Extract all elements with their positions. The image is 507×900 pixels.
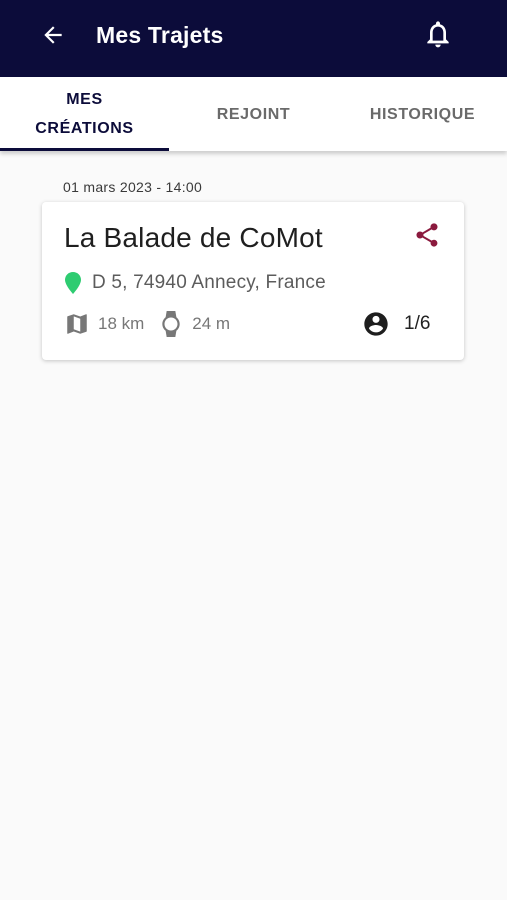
share-button[interactable]: [412, 220, 442, 250]
page-title: Mes Trajets: [96, 22, 224, 48]
tab-rejoint[interactable]: REJOINT: [169, 77, 338, 151]
map-pin-icon: [65, 272, 81, 294]
trip-title: La Balade de CoMot: [64, 222, 323, 253]
trip-location: D 5, 74940 Annecy, France: [92, 272, 326, 293]
trip-date: 01 mars 2023 - 14:00: [63, 179, 203, 195]
tab-label-line1: MES: [66, 91, 103, 108]
tab-historique[interactable]: HISTORIQUE: [338, 77, 507, 151]
trip-duration: 24 m: [192, 314, 231, 333]
back-button[interactable]: [36, 18, 70, 52]
trip-participants: 1/6: [404, 313, 431, 334]
participants-stat: 1/6: [362, 310, 430, 338]
map-icon: [67, 314, 87, 334]
tab-label: HISTORIQUE: [369, 105, 476, 123]
bell-icon: [427, 21, 449, 48]
location-row: D 5, 74940 Annecy, France: [64, 270, 326, 296]
share-icon: [416, 223, 438, 247]
trip-card[interactable]: La Balade de CoMot D 5, 74940 Annecy, Fr…: [42, 202, 464, 360]
tab-bar: MES CRÉATIONS REJOINT HISTORIQUE: [0, 77, 507, 151]
duration-stat: 24 m: [158, 310, 230, 338]
account-circle-icon: [364, 312, 388, 336]
distance-stat: 18 km: [64, 311, 144, 337]
tab-mes-creations[interactable]: MES CRÉATIONS: [0, 77, 169, 151]
tab-label: REJOINT: [216, 105, 291, 123]
arrow-left-icon: [44, 26, 62, 44]
trip-distance: 18 km: [98, 314, 145, 333]
app-bar: Mes Trajets: [0, 0, 507, 77]
tab-label-line2: CRÉATIONS: [35, 120, 134, 137]
notifications-button[interactable]: [420, 16, 456, 52]
watch-icon: [162, 311, 180, 337]
tab-indicator: [0, 148, 169, 151]
